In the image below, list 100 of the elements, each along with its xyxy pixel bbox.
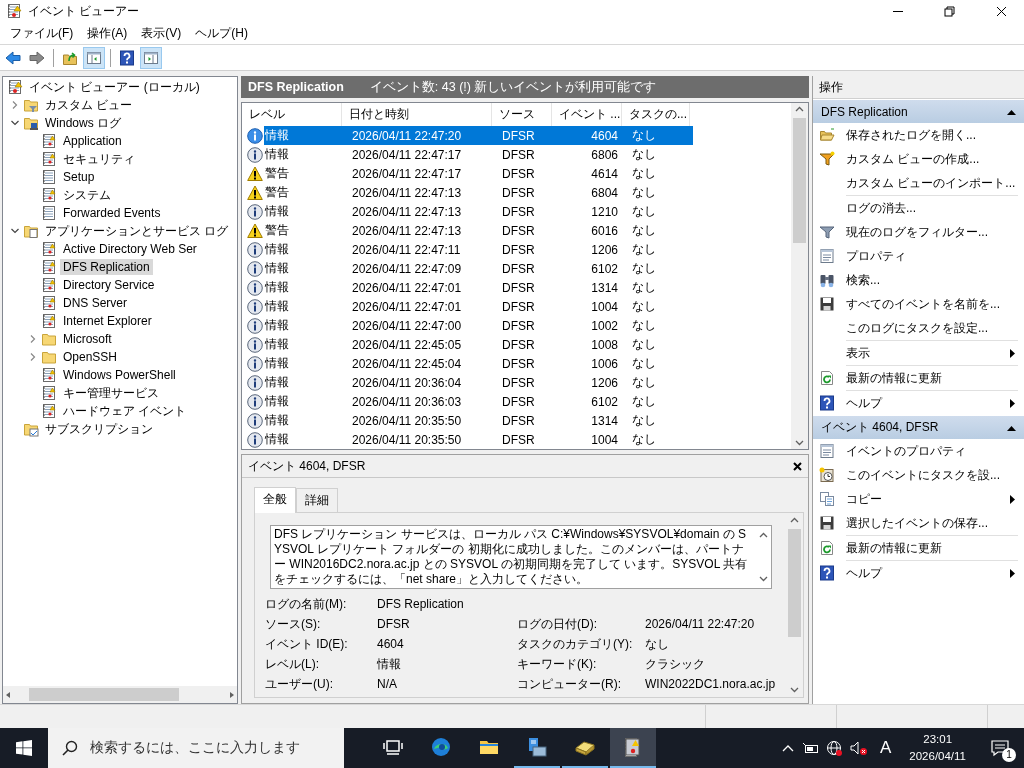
close-icon[interactable] [995,5,1007,17]
menu-item[interactable]: ファイル(F) [3,24,81,42]
restore-icon[interactable] [943,5,955,17]
taskbar-app-button[interactable] [610,728,656,768]
vertical-scrollbar[interactable] [791,103,808,449]
table-cell-text: 6016 [590,223,619,238]
collapsed-caret-icon[interactable] [28,334,38,344]
tree-item[interactable]: ハードウェア イベント [60,401,190,421]
action-item[interactable]: このイベントにタスクを設... [813,463,1024,487]
action-item[interactable]: 表示 [813,341,1024,365]
show-action-pane-icon [143,49,159,66]
action-item[interactable]: 現在のログをフィルター... [813,220,1024,244]
tree-item[interactable]: Application [60,133,125,149]
funnel-icon [819,224,835,240]
tree-item[interactable]: システム [60,185,114,205]
tree-item[interactable]: Microsoft [60,331,115,347]
tree-item[interactable]: サブスクリプション [42,419,156,439]
tree-item[interactable]: Directory Service [60,277,158,293]
action-item[interactable]: 検索... [813,268,1024,292]
action-item[interactable]: コピー [813,487,1024,511]
show-action-pane-button[interactable] [140,46,162,69]
action-item[interactable]: カスタム ビューの作成... [813,147,1024,171]
action-item[interactable]: ヘルプ [813,561,1024,585]
event-row[interactable]: 情報 2026/04/11 22:47:17 DFSR 6806 なし [245,145,693,164]
tree-item[interactable]: Internet Explorer [60,313,155,329]
event-row[interactable]: 警告 2026/04/11 22:47:13 DFSR 6016 なし [245,221,693,240]
action-item[interactable]: 保存されたログを開く... [813,123,1024,147]
event-row[interactable]: 情報 2026/04/11 22:45:05 DFSR 1008 なし [245,335,693,354]
close-icon[interactable] [793,461,802,471]
menu-item[interactable]: 操作(A) [80,24,135,42]
action-item[interactable]: すべてのイベントを名前を... [813,292,1024,316]
show-tree-pane-button[interactable] [83,46,105,69]
event-row[interactable]: 情報 2026/04/11 20:36:04 DFSR 1206 なし [245,373,693,392]
event-count: イベント数: 43 (!) 新しいイベントが利用可能です [369,78,657,96]
table-cell-text: 2026/04/11 22:47:01 [351,299,463,314]
tree-item[interactable]: アプリケーションとサービス ログ [42,221,232,241]
tree-item[interactable]: Setup [60,169,98,185]
menu-item[interactable]: 表示(V) [134,24,189,42]
action-item[interactable]: ログの消去... [813,196,1024,220]
input-method-indicator[interactable]: A [875,738,896,758]
event-row[interactable]: 情報 2026/04/11 22:47:01 DFSR 1314 なし [245,278,693,297]
scroll-up-icon [790,517,799,523]
event-row[interactable]: 情報 2026/04/11 20:36:03 DFSR 6102 なし [245,392,693,411]
action-item[interactable]: 最新の情報に更新 [813,536,1024,560]
tree-item[interactable]: Windows PowerShell [60,367,179,383]
column-header[interactable]: イベント ... [552,103,622,126]
action-item[interactable]: 最新の情報に更新 [813,366,1024,390]
event-row[interactable]: 情報 2026/04/11 20:35:50 DFSR 1004 なし [245,430,693,449]
event-row[interactable]: 情報 2026/04/11 22:47:09 DFSR 6102 なし [245,259,693,278]
event-row[interactable]: 情報 2026/04/11 20:35:50 DFSR 1314 なし [245,411,693,430]
column-header[interactable]: レベル [242,103,342,126]
action-item[interactable]: イベントのプロパティ [813,439,1024,463]
collapse-icon[interactable] [1007,108,1016,115]
tree-item[interactable]: Forwarded Events [60,205,164,221]
expanded-caret-icon[interactable] [10,226,20,236]
column-header[interactable]: ソース [492,103,552,126]
collapse-icon[interactable] [1007,424,1016,431]
action-item[interactable]: このログにタスクを設定... [813,316,1024,340]
tree-item[interactable]: DNS Server [60,295,130,311]
tree-item[interactable]: DFS Replication [60,259,153,275]
column-header[interactable]: 日付と時刻 [342,103,492,126]
event-row[interactable]: 警告 2026/04/11 22:47:17 DFSR 4614 なし [245,164,693,183]
tree-item[interactable]: OpenSSH [60,349,121,365]
collapsed-caret-icon[interactable] [10,100,20,110]
tree-item[interactable]: Windows ログ [42,113,124,133]
event-row[interactable]: 情報 2026/04/11 22:47:20 DFSR 4604 なし [245,126,693,145]
event-row[interactable]: 情報 2026/04/11 22:47:11 DFSR 1206 なし [245,240,693,259]
action-item[interactable]: カスタム ビューのインポート... [813,171,1024,195]
folder-icon [41,331,57,347]
vertical-scrollbar[interactable] [786,513,803,697]
field-label: ログの名前(M): [265,596,348,613]
tab[interactable]: 全般 [254,487,296,513]
search-field[interactable]: 検索するには、ここに入力します [48,728,344,768]
chevron-up-icon[interactable] [781,744,794,752]
tree-item[interactable]: キー管理サービス [60,383,162,403]
volume-muted-icon[interactable] [849,740,868,756]
network-globe-icon[interactable] [825,740,842,756]
column-header[interactable]: タスクの... [622,103,690,126]
event-row[interactable]: 警告 2026/04/11 22:47:13 DFSR 6804 なし [245,183,693,202]
action-item[interactable]: 選択したイベントの保存... [813,511,1024,535]
tree-item[interactable]: カスタム ビュー [42,95,136,115]
tree-item[interactable]: Active Directory Web Ser [60,241,200,257]
event-row[interactable]: 情報 2026/04/11 22:47:01 DFSR 1004 なし [245,297,693,316]
filtered-folder-icon [23,97,39,113]
horizontal-scrollbar[interactable] [3,686,237,703]
expanded-caret-icon[interactable] [10,118,20,128]
menu-item[interactable]: ヘルプ(H) [188,24,255,42]
action-item[interactable]: ヘルプ [813,391,1024,415]
event-row[interactable]: 情報 2026/04/11 22:45:04 DFSR 1006 なし [245,354,693,373]
notification-button[interactable]: 1 [980,728,1020,768]
tree-item[interactable]: セキュリティ [60,149,138,169]
clock[interactable]: 23:01 2026/04/11 [903,731,972,765]
tab[interactable]: 詳細 [296,488,338,512]
tree-item[interactable]: イベント ビューアー (ローカル) [26,77,203,97]
action-item[interactable]: プロパティ [813,244,1024,268]
table-cell: 情報 [265,412,289,429]
collapsed-caret-icon[interactable] [28,352,38,362]
event-row[interactable]: 情報 2026/04/11 22:47:13 DFSR 1210 なし [245,202,693,221]
event-row[interactable]: 情報 2026/04/11 22:47:00 DFSR 1002 なし [245,316,693,335]
battery-icon[interactable] [801,742,818,754]
